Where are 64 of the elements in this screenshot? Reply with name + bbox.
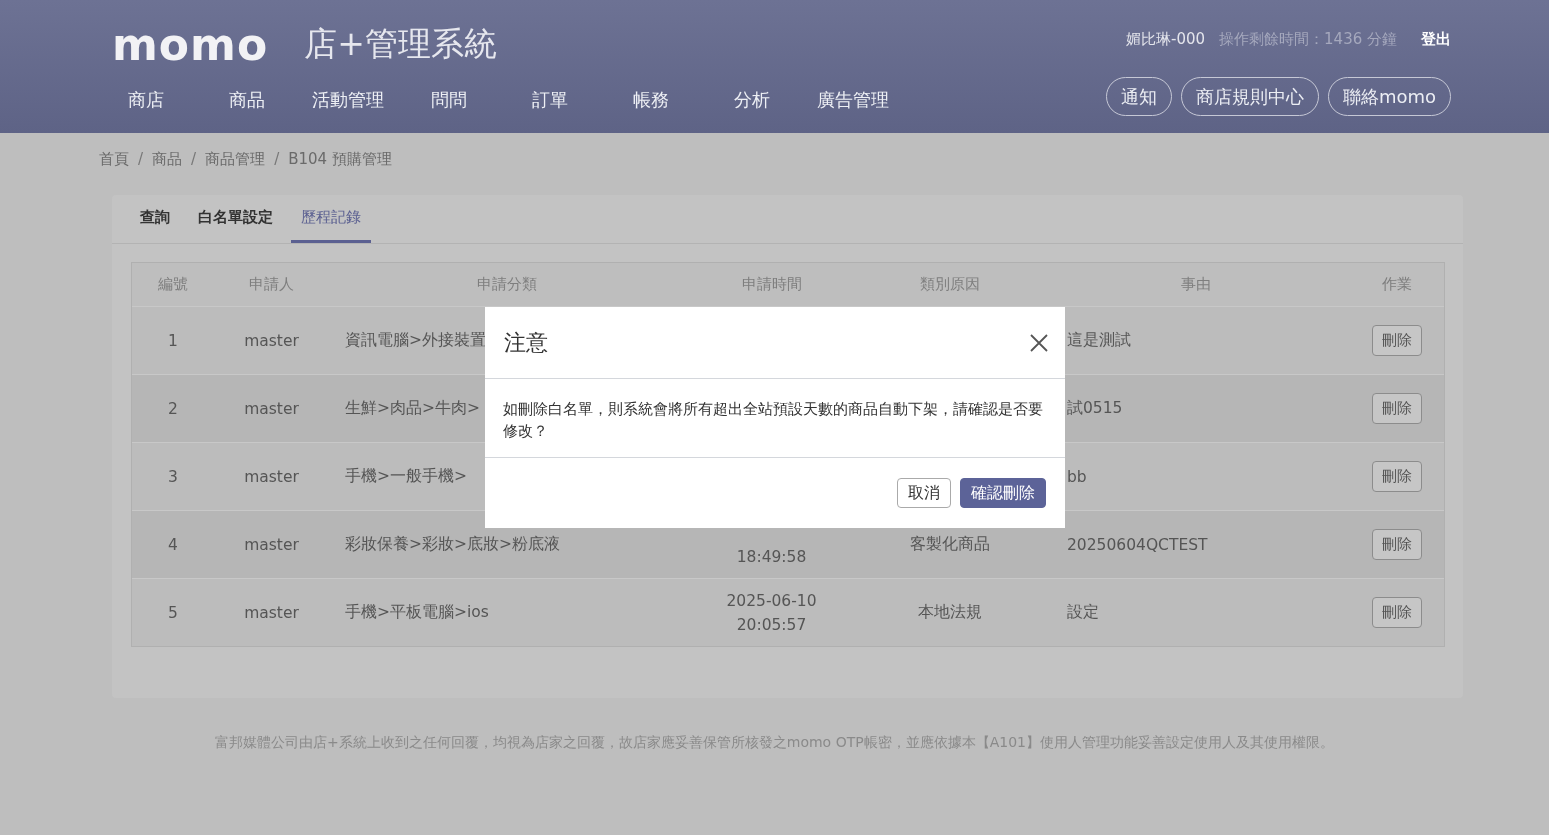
table-cell-text: 18:49:58 <box>735 546 808 568</box>
table-cell-text: 1 <box>167 331 179 350</box>
nav-item[interactable]: 廣告管理 <box>802 87 903 112</box>
column-header: 申請時間 <box>740 275 803 294</box>
table-cell-text: master <box>243 399 300 418</box>
confirm-button[interactable]: 確認刪除 <box>960 478 1046 508</box>
table-cell-text: 3 <box>167 467 179 486</box>
table-cell-text: 5 <box>167 603 179 622</box>
column-header: 申請分類 <box>475 275 538 294</box>
table-cell: bb <box>1067 467 1087 486</box>
table-cell: 手機>一般手機> <box>345 466 467 487</box>
nav-item[interactable]: 活動管理 <box>297 87 398 112</box>
user-name: 媚比琳-000 <box>1126 30 1206 49</box>
tab[interactable]: 查詢 <box>130 195 180 243</box>
logout-link[interactable]: 登出 <box>1421 30 1451 49</box>
delete-button[interactable]: 刪除 <box>1372 325 1422 356</box>
table-cell-text: master <box>243 603 300 622</box>
dialog-title: 注意 <box>504 328 548 357</box>
breadcrumb-item: B104 預購管理 <box>288 149 392 169</box>
breadcrumb-item[interactable]: 商品管理 <box>205 149 266 169</box>
breadcrumb-separator: / <box>191 150 197 168</box>
breadcrumb-item[interactable]: 商品 <box>152 149 183 169</box>
table-cell-text: master <box>243 467 300 486</box>
table-cell-text: master <box>243 535 300 554</box>
table-cell-text: 2 <box>167 399 179 418</box>
table-cell-text: 2025-06-10 20:05:57 <box>725 590 818 636</box>
nav-item[interactable]: 問問 <box>398 87 499 112</box>
delete-button[interactable]: 刪除 <box>1372 461 1422 492</box>
table-cell-text: master <box>243 331 300 350</box>
tab[interactable]: 歷程記錄 <box>291 195 371 243</box>
logo[interactable]: momo <box>112 18 269 70</box>
nav-item[interactable]: 商品 <box>196 87 297 112</box>
nav-item[interactable]: 分析 <box>701 87 802 112</box>
nav-item[interactable]: 商店 <box>95 87 196 112</box>
table-cell: 設定 <box>1067 602 1099 623</box>
dialog-message: 如刪除白名單，則系統會將所有超出全站預設天數的商品自動下架，請確認是否要修改？ <box>485 379 1065 458</box>
table-cell: 這是測試 <box>1067 330 1131 351</box>
table-cell: 試0515 <box>1067 398 1123 419</box>
column-header: 編號 <box>157 275 189 294</box>
delete-button[interactable]: 刪除 <box>1372 529 1422 560</box>
breadcrumb-separator: / <box>138 150 144 168</box>
delete-button[interactable]: 刪除 <box>1372 597 1422 628</box>
breadcrumb-item[interactable]: 首頁 <box>99 149 129 169</box>
breadcrumb-separator: / <box>274 150 280 168</box>
column-header: 申請人 <box>248 275 295 294</box>
delete-button[interactable]: 刪除 <box>1372 393 1422 424</box>
table-cell: 彩妝保養>彩妝>底妝>粉底液 <box>345 534 560 555</box>
table-cell-text: 4 <box>167 535 179 554</box>
close-icon[interactable] <box>1030 333 1048 352</box>
column-header: 作業 <box>1381 275 1413 294</box>
cancel-button[interactable]: 取消 <box>897 478 951 508</box>
table-cell-text: 本地法規 <box>917 602 983 623</box>
session-time: 操作剩餘時間：1436 分鐘 <box>1219 30 1397 49</box>
table-cell: 20250604QCTEST <box>1067 535 1208 554</box>
table-cell-text: 客製化商品 <box>909 534 991 555</box>
table-cell: 資訊電腦>外接裝置 <box>345 330 486 351</box>
nav-item[interactable]: 訂單 <box>499 87 600 112</box>
column-header: 事由 <box>1179 275 1212 294</box>
table-cell: 手機>平板電腦>ios <box>345 602 489 623</box>
tab[interactable]: 白名單設定 <box>188 195 283 243</box>
system-title: 店+管理系統 <box>304 22 497 65</box>
table-cell: 生鮮>肉品>牛肉> <box>345 398 480 419</box>
column-header: 類別原因 <box>919 275 981 294</box>
nav-item[interactable]: 帳務 <box>600 87 701 112</box>
